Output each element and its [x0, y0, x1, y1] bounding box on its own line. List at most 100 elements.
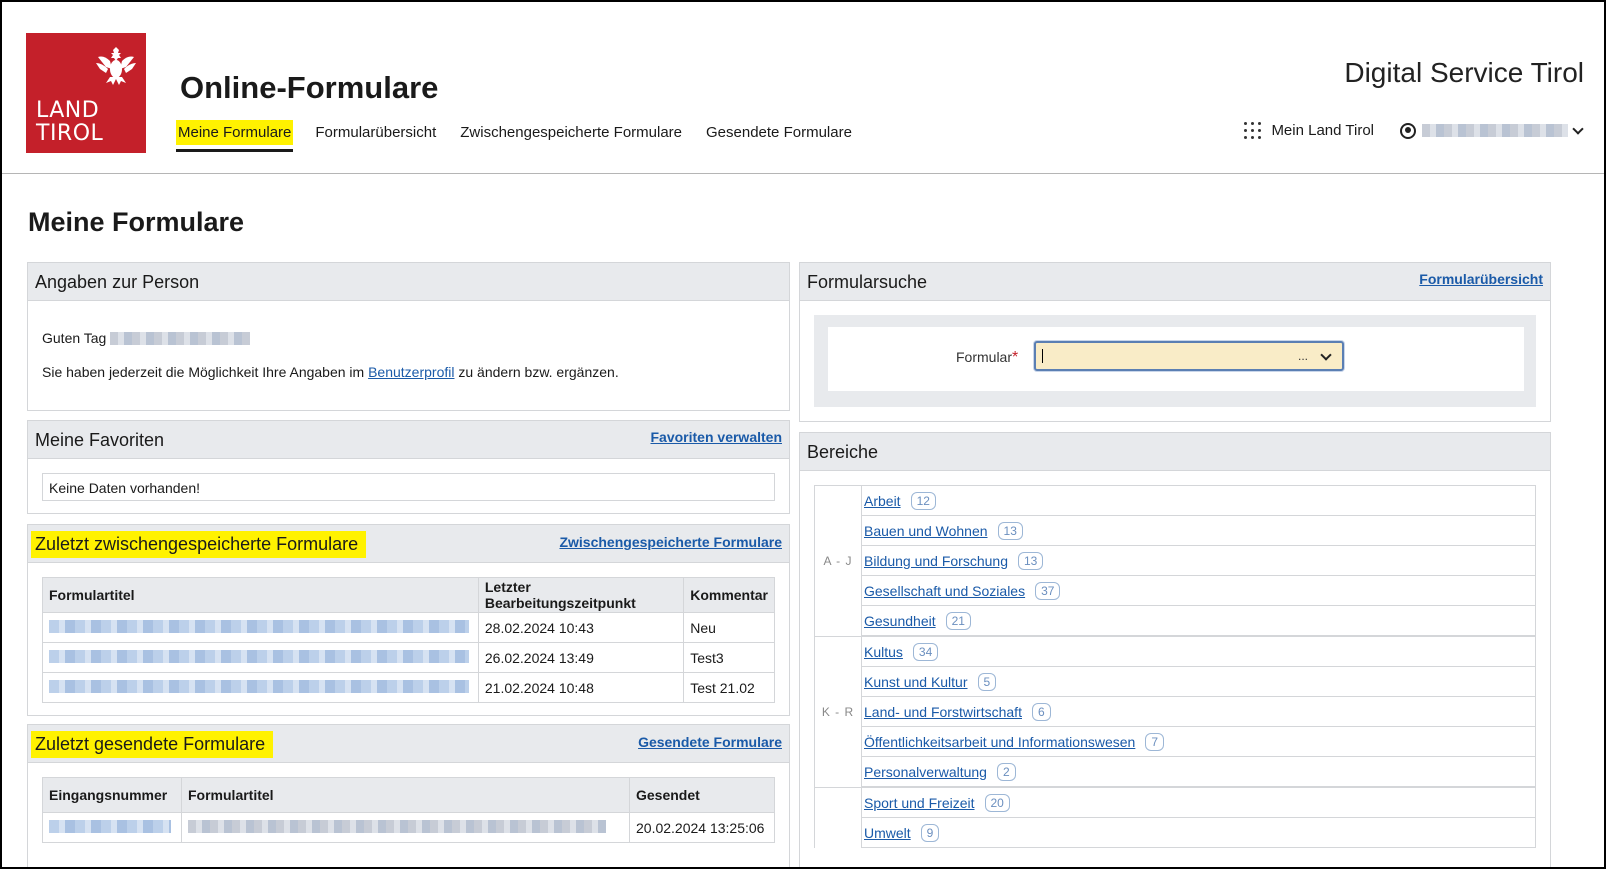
area-group-a-j: A - J Arbeit 12 Bauen und Wohnen 13 Bildun…	[814, 485, 1536, 636]
col-gesendet: Gesendet	[629, 777, 775, 813]
zwischengespeicherte-link[interactable]: Zwischengespeicherte Formulare	[559, 534, 782, 550]
area-link[interactable]: Bauen und Wohnen	[864, 523, 988, 539]
count-badge: 13	[997, 521, 1023, 540]
chevron-down-icon[interactable]	[1320, 349, 1332, 361]
form-title-redacted[interactable]	[42, 612, 479, 643]
nav-meine-formulare[interactable]: Meine Formulare	[176, 120, 294, 152]
area-link[interactable]: Umwelt	[864, 825, 911, 841]
main-nav: Meine Formulare Formularübersicht Zwisch…	[176, 120, 874, 152]
brand-title: Digital Service Tirol	[1344, 57, 1584, 88]
area-group-s-z: Sport und Freizeit 20 Umwelt 9	[814, 787, 1536, 848]
page-title: Meine Formulare	[28, 207, 245, 237]
page-frame: LAND TIROL Online-Formulare Digital Serv…	[0, 0, 1606, 869]
count-badge: 12	[910, 491, 936, 510]
list-item[interactable]: Arbeit 12	[862, 486, 1536, 516]
favoriten-verwalten-link[interactable]: Favoriten verwalten	[651, 429, 783, 445]
formularuebersicht-link[interactable]: Formularübersicht	[1419, 271, 1543, 287]
person-panel-title: Angaben zur Person	[35, 272, 200, 292]
area-link[interactable]: Kultus	[864, 644, 903, 660]
eagle-emblem-icon	[96, 47, 136, 85]
count-badge: 5	[977, 672, 997, 691]
app-grid-icon	[1244, 122, 1262, 139]
saved-comment: Neu	[683, 612, 775, 643]
greeting-text: Guten Tag	[42, 330, 107, 346]
list-item[interactable]: Land- und Forstwirtschaft 6	[862, 697, 1536, 727]
count-badge: 9	[920, 823, 940, 842]
areas-list: A - J Arbeit 12 Bauen und Wohnen 13 Bildun…	[814, 485, 1536, 848]
profile-info-suffix: zu ändern bzw. ergänzen.	[458, 364, 619, 380]
count-badge: 7	[1145, 732, 1165, 751]
area-link[interactable]: Gesellschaft und Soziales	[864, 583, 1025, 599]
land-tirol-logo[interactable]: LAND TIROL	[26, 33, 146, 153]
sent-date: 20.02.2024 13:25:06	[629, 812, 775, 843]
count-badge: 20	[984, 793, 1010, 812]
form-title-redacted[interactable]	[42, 642, 479, 673]
saved-forms-panel: Zuletzt zwischengespeicherte Formulare Z…	[27, 524, 790, 716]
area-link[interactable]: Öffentlichkeitsarbeit und Informationswe…	[864, 734, 1135, 750]
sent-forms-title: Zuletzt gesendete Formulare	[31, 731, 274, 758]
list-item[interactable]: Gesellschaft und Soziales 37	[862, 576, 1536, 606]
area-link[interactable]: Kunst und Kultur	[864, 674, 968, 690]
formular-search-combobox[interactable]: ...	[1034, 341, 1344, 371]
profile-info: Sie haben jederzeit die Möglichkeit Ihre…	[42, 364, 619, 380]
benutzerprofil-link[interactable]: Benutzerprofil	[368, 364, 454, 380]
col-formulartitel: Formulartitel	[181, 777, 630, 813]
favorites-empty: Keine Daten vorhanden!	[42, 473, 775, 501]
count-badge: 6	[1031, 702, 1051, 721]
text-caret	[1042, 349, 1043, 363]
form-title-redacted[interactable]	[42, 672, 479, 703]
site-header: LAND TIROL Online-Formulare Digital Serv…	[2, 2, 1604, 174]
form-title-redacted[interactable]	[181, 812, 630, 843]
nav-zwischengespeicherte[interactable]: Zwischengespeicherte Formulare	[458, 120, 684, 145]
search-inner: Formular* ...	[828, 327, 1524, 391]
count-badge: 34	[912, 642, 939, 661]
list-item[interactable]: Öffentlichkeitsarbeit und Informationswe…	[862, 727, 1536, 757]
user-account-icon	[1400, 122, 1416, 139]
count-badge: 13	[1018, 551, 1044, 570]
table-row[interactable]: 26.02.2024 13:49 Test3	[42, 642, 775, 673]
nav-formularuebersicht[interactable]: Formularübersicht	[313, 120, 438, 145]
required-mark: *	[1012, 349, 1019, 366]
table-row[interactable]: 21.02.2024 10:48 Test 21.02	[42, 672, 775, 703]
user-menu[interactable]	[1400, 122, 1584, 139]
list-item[interactable]: Umwelt 9	[862, 818, 1536, 848]
search-title: Formularsuche	[807, 272, 928, 292]
col-bearbeitungszeitpunkt: Letzter Bearbeitungszeitpunkt	[477, 577, 685, 613]
areas-panel: Bereiche A - J Arbeit 12 Bauen und Wohnen…	[799, 432, 1551, 867]
eingangsnummer-redacted[interactable]	[42, 812, 182, 843]
list-item[interactable]: Bildung und Forschung 13	[862, 546, 1536, 576]
col-formulartitel: Formulartitel	[42, 577, 479, 613]
saved-time: 28.02.2024 10:43	[477, 612, 685, 643]
saved-time: 21.02.2024 10:48	[477, 672, 685, 703]
list-item[interactable]: Personalverwaltung 2	[862, 757, 1536, 787]
area-link[interactable]: Sport und Freizeit	[864, 795, 975, 811]
search-box: Formular* ...	[814, 315, 1536, 407]
list-item[interactable]: Kultus 34	[862, 637, 1536, 667]
list-item[interactable]: Gesundheit 21	[862, 606, 1536, 636]
formular-label: Formular*	[956, 349, 1018, 367]
area-link[interactable]: Gesundheit	[864, 613, 936, 629]
saved-comment: Test 21.02	[683, 672, 775, 703]
greeting-line: Guten Tag	[42, 330, 251, 346]
nav-gesendete[interactable]: Gesendete Formulare	[704, 120, 854, 145]
area-link[interactable]: Arbeit	[864, 493, 901, 509]
logo-line-1: LAND	[36, 98, 100, 123]
list-item[interactable]: Sport und Freizeit 20	[862, 788, 1536, 818]
areas-title: Bereiche	[807, 442, 879, 462]
list-item[interactable]: Kunst und Kultur 5	[862, 667, 1536, 697]
mein-land-tirol-label: Mein Land Tirol	[1271, 122, 1374, 139]
count-badge: 21	[945, 611, 971, 630]
sent-forms-panel: Zuletzt gesendete Formulare Gesendete Fo…	[27, 724, 790, 867]
gesendete-formulare-link[interactable]: Gesendete Formulare	[638, 734, 782, 750]
user-name-redacted	[1422, 124, 1568, 137]
chevron-down-icon	[1572, 122, 1584, 135]
mein-land-tirol-link[interactable]: Mein Land Tirol	[1244, 122, 1374, 139]
area-link[interactable]: Land- und Forstwirtschaft	[864, 704, 1022, 720]
area-link[interactable]: Bildung und Forschung	[864, 553, 1008, 569]
profile-info-prefix: Sie haben jederzeit die Möglichkeit Ihre…	[42, 364, 365, 380]
col-eingangsnummer: Eingangsnummer	[42, 777, 182, 813]
list-item[interactable]: Bauen und Wohnen 13	[862, 516, 1536, 546]
area-link[interactable]: Personalverwaltung	[864, 764, 987, 780]
table-row[interactable]: 20.02.2024 13:25:06	[42, 812, 775, 843]
table-row[interactable]: 28.02.2024 10:43 Neu	[42, 612, 775, 643]
